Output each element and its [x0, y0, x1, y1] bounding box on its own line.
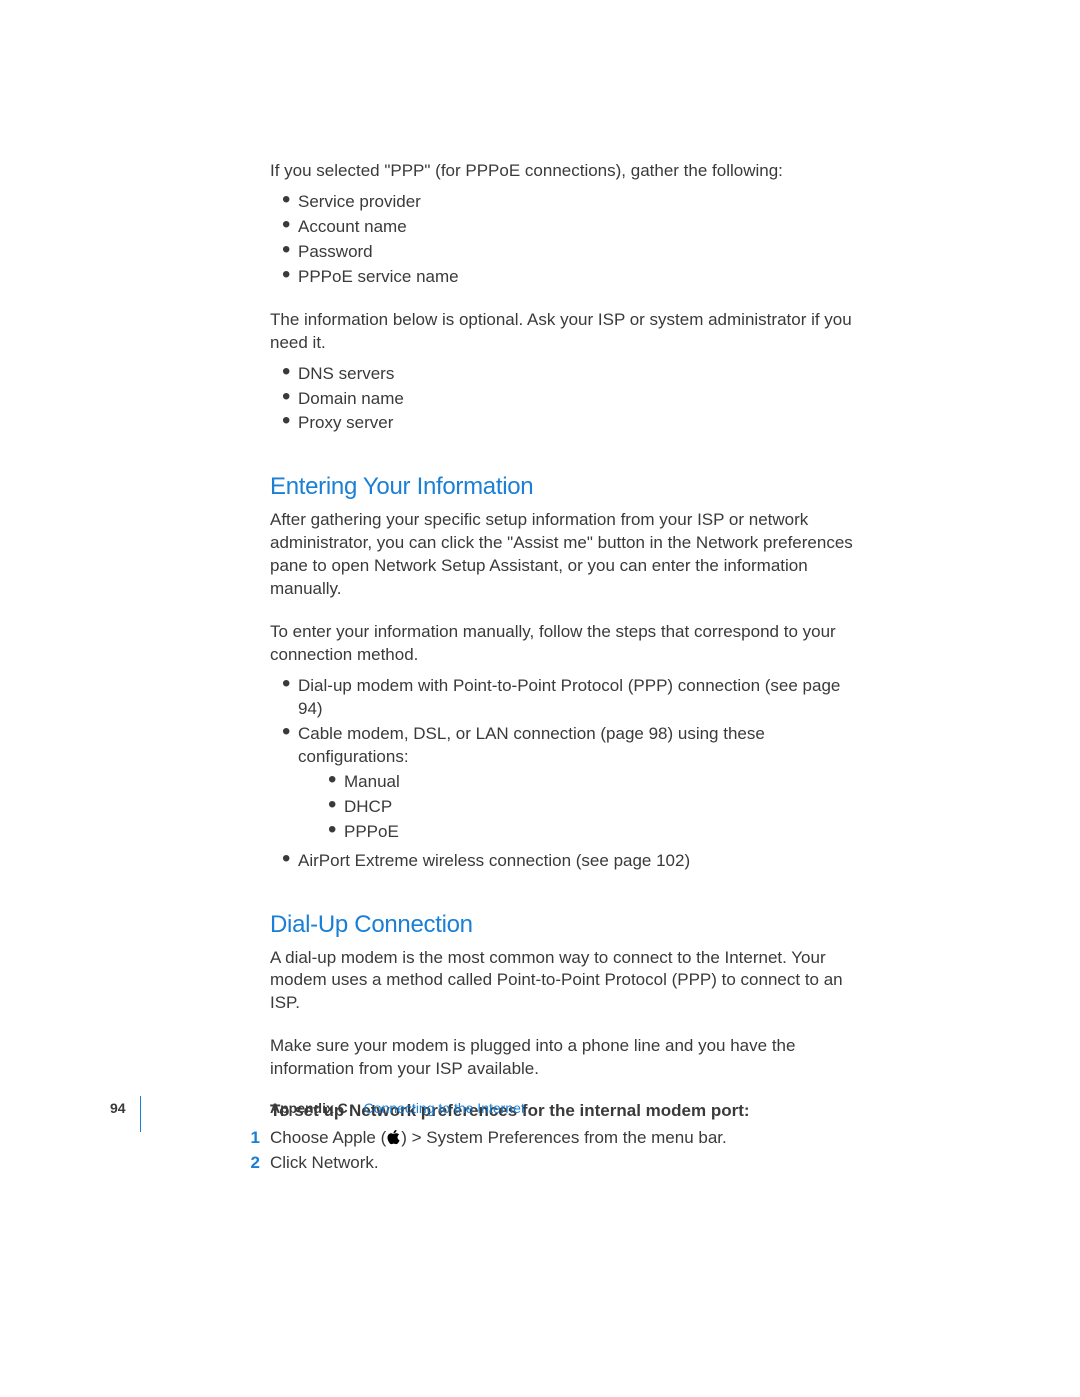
step-number: 2	[242, 1152, 270, 1175]
page-footer-title: Appendix C Connecting to the Internet	[270, 1100, 525, 1116]
list-item: DNS servers	[282, 363, 860, 386]
list-item-text: Cable modem, DSL, or LAN connection (pag…	[298, 724, 765, 766]
intro-para-2: The information below is optional. Ask y…	[270, 309, 860, 355]
step-text: Click Network.	[270, 1152, 860, 1175]
appendix-label: Appendix C	[270, 1100, 348, 1116]
intro-para-1: If you selected "PPP" (for PPPoE connect…	[270, 160, 860, 183]
section1-para-2: To enter your information manually, foll…	[270, 621, 860, 667]
list-item: Cable modem, DSL, or LAN connection (pag…	[282, 723, 860, 844]
step1-pre: Choose Apple (	[270, 1128, 386, 1147]
step-text: Choose Apple ( ) > System Preferences fro…	[270, 1127, 860, 1150]
list-item: Dial-up modem with Point-to-Point Protoc…	[282, 675, 860, 721]
list-item: Domain name	[282, 388, 860, 411]
section1-sublist: Manual DHCP PPPoE	[298, 771, 860, 844]
page-number: 94	[110, 1100, 126, 1116]
footer-divider	[140, 1096, 141, 1132]
page-footer-number: 94	[110, 1100, 126, 1116]
step-2: 2 Click Network.	[270, 1152, 860, 1175]
section2-para-1: A dial-up modem is the most common way t…	[270, 947, 860, 1016]
list-item: Password	[282, 241, 860, 264]
list-item: Account name	[282, 216, 860, 239]
page-content: If you selected "PPP" (for PPPoE connect…	[270, 160, 860, 1177]
section1-list: Dial-up modem with Point-to-Point Protoc…	[270, 675, 860, 873]
section-heading-entering-info: Entering Your Information	[270, 473, 860, 501]
list-item: Proxy server	[282, 412, 860, 435]
step-number: 1	[242, 1127, 270, 1150]
section-heading-dialup: Dial-Up Connection	[270, 911, 860, 939]
list-item: PPPoE	[328, 821, 860, 844]
section2-para-2: Make sure your modem is plugged into a p…	[270, 1035, 860, 1081]
step-1: 1 Choose Apple () > System Preferences f…	[270, 1127, 860, 1150]
list-item: AirPort Extreme wireless connection (see…	[282, 850, 860, 873]
intro-list-2: DNS servers Domain name Proxy server	[270, 363, 860, 436]
list-item: DHCP	[328, 796, 860, 819]
apple-logo-icon	[386, 1128, 401, 1147]
list-item: PPPoE service name	[282, 266, 860, 289]
list-item: Service provider	[282, 191, 860, 214]
section1-para-1: After gathering your specific setup info…	[270, 509, 860, 601]
list-item: Manual	[328, 771, 860, 794]
step1-post: ) > System Preferences from the menu bar…	[401, 1128, 727, 1147]
intro-list-1: Service provider Account name Password P…	[270, 191, 860, 289]
appendix-title: Connecting to the Internet	[364, 1100, 525, 1116]
